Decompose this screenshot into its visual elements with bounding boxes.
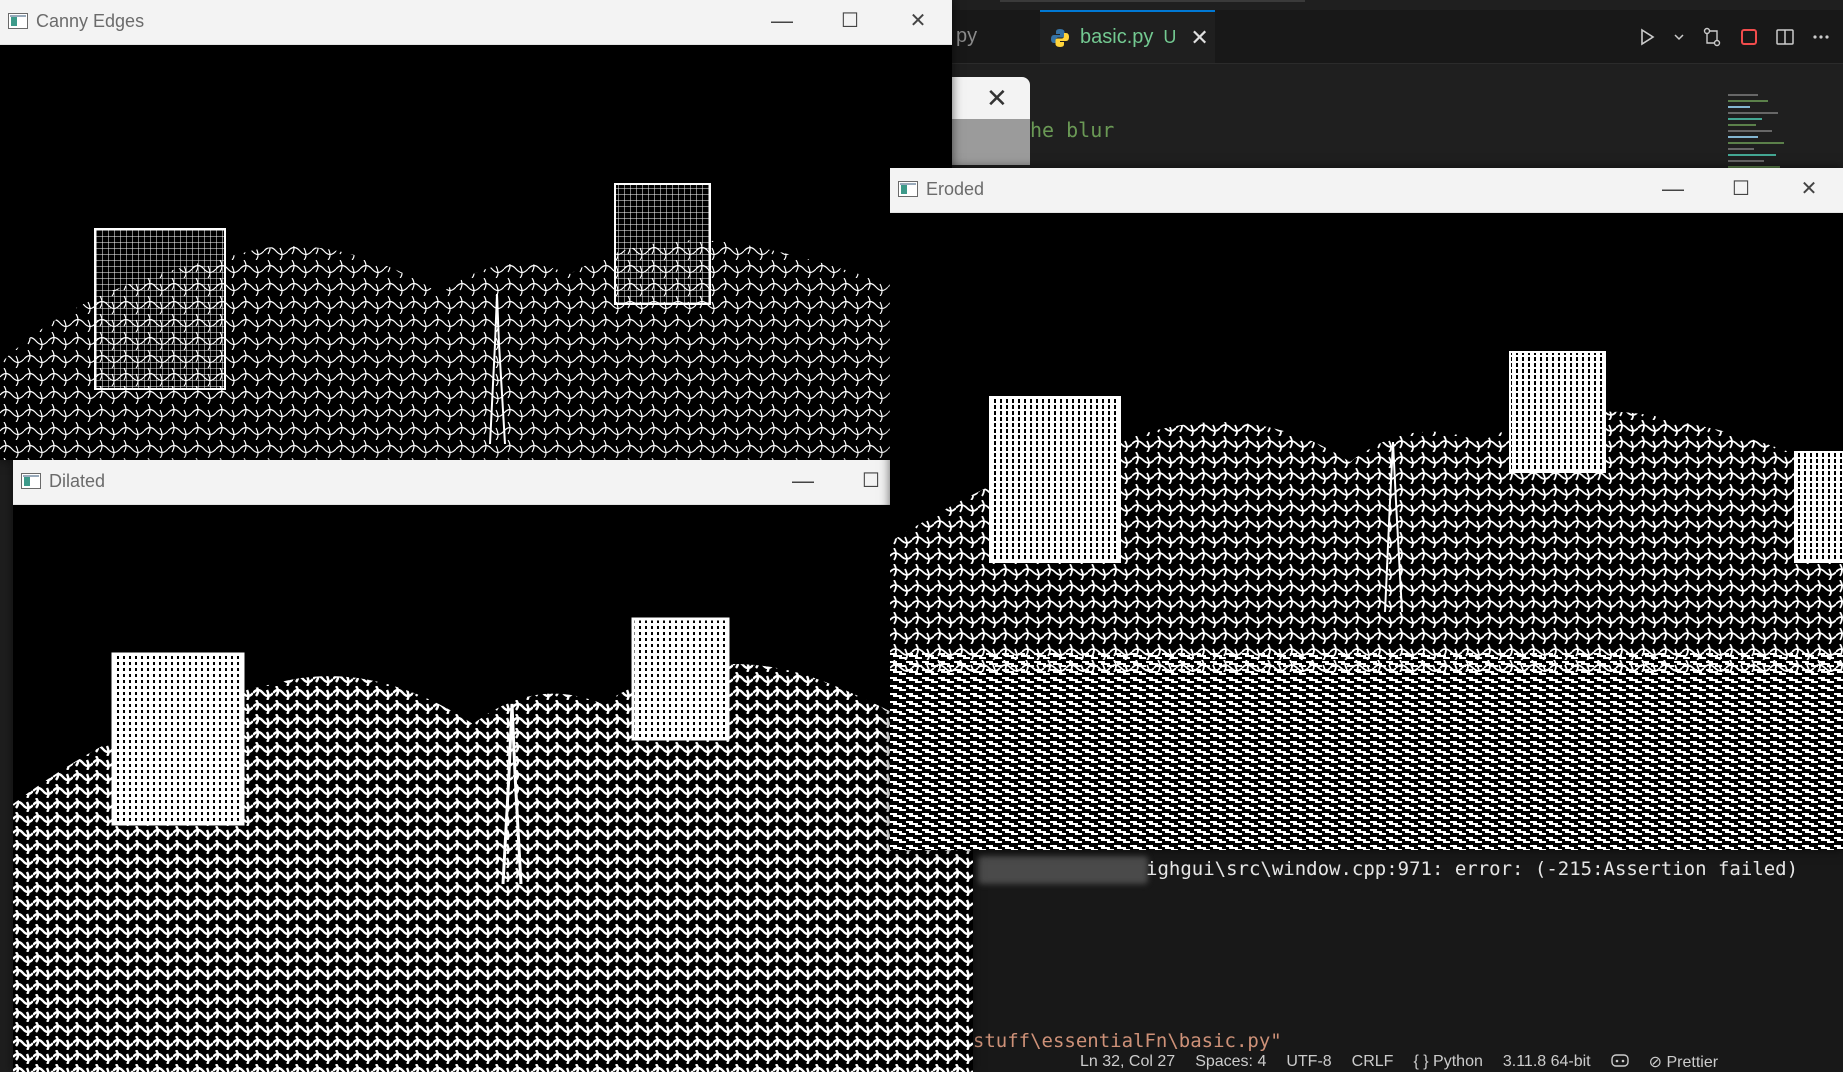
editor-tab-bar: py basic.py U ✕	[950, 10, 1843, 64]
run-icon[interactable]	[1637, 27, 1657, 47]
terminal-panel[interactable]: ighgui\src\window.cpp:971: error: (-215:…	[950, 850, 1843, 1056]
partial-dialog-body	[950, 119, 1030, 165]
eroded-window: Eroded — ☐ ✕	[890, 168, 1843, 850]
window-title: Dilated	[49, 471, 106, 491]
stop-icon[interactable]	[1739, 27, 1759, 47]
redacted-text	[978, 856, 1148, 884]
minimap-line	[1728, 118, 1762, 120]
tab-basic-py[interactable]: basic.py U ✕	[1040, 10, 1215, 63]
partial-dialog-header: ✕	[950, 77, 1030, 119]
window-app-icon	[8, 13, 28, 29]
minimize-icon[interactable]: —	[748, 0, 816, 42]
close-icon[interactable]: ✕	[884, 0, 952, 42]
eroded-edge-image	[890, 212, 1843, 850]
partial-dialog: ✕	[950, 77, 1030, 165]
status-copilot[interactable]	[1610, 1053, 1629, 1072]
chevron-down-icon[interactable]	[1673, 27, 1685, 47]
dilated-image-drawing	[13, 617, 973, 1072]
status-prettier[interactable]: ⊘ Prettier	[1649, 1052, 1718, 1072]
window-title: Canny Edges	[36, 11, 145, 31]
window-app-icon	[21, 473, 41, 489]
minimap-line	[1728, 160, 1764, 162]
status-position[interactable]: Ln 32, Col 27	[1080, 1053, 1175, 1071]
minimap-line	[1728, 148, 1754, 150]
close-icon[interactable]: ✕	[986, 83, 1008, 114]
copilot-icon	[1610, 1053, 1629, 1067]
status-language[interactable]: { } Python	[1413, 1053, 1482, 1071]
tab-partial[interactable]: py	[950, 10, 1046, 63]
minimap-line	[1728, 130, 1772, 132]
untracked-badge: U	[1163, 27, 1177, 47]
maximize-icon[interactable]: ☐	[1707, 168, 1775, 210]
maximize-icon[interactable]: ☐	[816, 0, 884, 42]
status-prettier-label: Prettier	[1666, 1054, 1719, 1071]
compare-changes-icon[interactable]	[1701, 26, 1723, 48]
status-language-label: Python	[1433, 1053, 1483, 1070]
window-title-bar[interactable]: Eroded — ☐ ✕	[890, 168, 1843, 213]
more-actions-icon[interactable]	[1811, 27, 1831, 47]
eroded-image-drawing	[890, 351, 1843, 850]
minimap-line	[1728, 124, 1756, 126]
tab-close-icon[interactable]: ✕	[1190, 25, 1208, 51]
terminal-error-line: ighgui\src\window.cpp:971: error: (-215:…	[1146, 858, 1799, 880]
minimize-icon[interactable]: —	[1639, 168, 1707, 210]
code-comment: he blur	[1030, 118, 1115, 142]
prettier-icon: ⊘	[1648, 1054, 1663, 1071]
minimap-line	[1728, 154, 1776, 156]
minimap-line	[1728, 112, 1778, 114]
dilated-window: Dilated — ☐ ✕	[13, 460, 973, 1072]
minimize-icon[interactable]: —	[769, 460, 837, 502]
canny-edges-window: Canny Edges — ☐ ✕	[0, 0, 952, 460]
minimap-line	[1728, 136, 1758, 138]
tab-label: basic.py	[1080, 26, 1154, 48]
dilated-edge-image	[13, 504, 973, 1072]
status-bar: Ln 32, Col 27 Spaces: 4 UTF-8 CRLF { } P…	[950, 1052, 1843, 1072]
minimap[interactable]	[1722, 90, 1818, 180]
edge-image-drawing	[0, 183, 952, 460]
split-editor-icon[interactable]	[1775, 27, 1795, 47]
minimap-line	[1728, 94, 1758, 96]
canny-edge-image	[0, 44, 952, 460]
minimap-line	[1728, 100, 1768, 102]
window-title-bar[interactable]: Canny Edges — ☐ ✕	[0, 0, 952, 45]
status-interpreter[interactable]: 3.11.8 64-bit	[1503, 1053, 1591, 1071]
window-app-icon	[898, 181, 918, 197]
status-eol[interactable]: CRLF	[1352, 1053, 1394, 1071]
minimap-line	[1728, 106, 1750, 108]
close-icon[interactable]: ✕	[1775, 168, 1843, 210]
window-title: Eroded	[926, 179, 985, 199]
status-spaces[interactable]: Spaces: 4	[1195, 1053, 1266, 1071]
title-bar-divider	[1000, 0, 1305, 2]
braces-icon: { }	[1413, 1053, 1429, 1070]
editor-actions	[1637, 10, 1843, 63]
python-icon	[1051, 28, 1069, 47]
minimap-line	[1728, 142, 1784, 144]
terminal-path-line: /-stuff\essentialFn\basic.py"	[950, 1030, 1282, 1052]
status-encoding[interactable]: UTF-8	[1286, 1053, 1331, 1071]
window-title-bar[interactable]: Dilated — ☐ ✕	[13, 460, 973, 505]
